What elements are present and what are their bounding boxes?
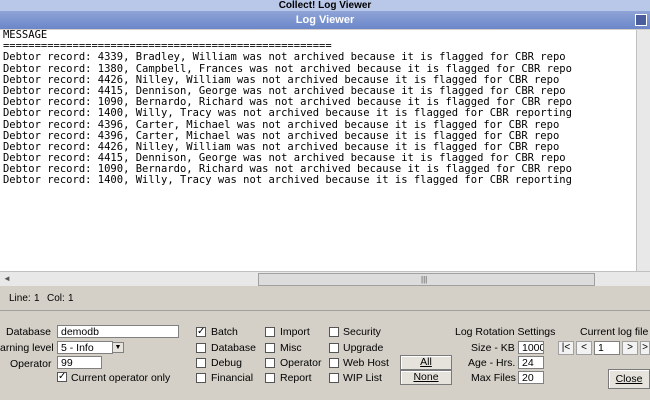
operator-category-label: Operator [280, 357, 322, 369]
close-button[interactable]: Close [608, 369, 650, 389]
scroll-left-arrow-icon[interactable]: ◄ [2, 273, 12, 285]
log-line: 01 Debtor record: 1400, Willy, Tracy was… [0, 174, 572, 187]
misc-label: Misc [280, 342, 302, 354]
size-kb-label: Size - KB [471, 342, 515, 354]
database-checkbox[interactable] [196, 343, 206, 353]
max-files-field[interactable]: 20 [518, 371, 544, 384]
import-checkbox[interactable] [265, 327, 275, 337]
upgrade-checkbox[interactable] [329, 343, 339, 353]
log-viewer-titlebar: Log Viewer [0, 11, 650, 29]
import-label: Import [280, 326, 310, 338]
log-line: 01 Debtor record: 1400, Willy, Tracy was… [0, 107, 572, 120]
batch-label: Batch [211, 326, 238, 338]
current-operator-only-checkbox[interactable]: ✓ [57, 372, 67, 382]
age-hrs-label: Age - Hrs. [468, 357, 516, 369]
misc-checkbox[interactable] [265, 343, 275, 353]
report-label: Report [280, 372, 312, 384]
line-value: 1 [34, 293, 40, 304]
chevron-down-icon[interactable]: ▼ [112, 342, 124, 353]
vertical-scrollbar[interactable] [636, 30, 650, 271]
select-none-button[interactable]: None [400, 370, 452, 385]
batch-checkbox[interactable]: ✓ [196, 327, 206, 337]
database-label: Database [6, 326, 51, 338]
database-category-label: Database [211, 342, 256, 354]
size-kb-field[interactable]: 1000 [518, 341, 544, 354]
select-all-button[interactable]: All [400, 355, 452, 370]
operator-checkbox[interactable] [265, 358, 275, 368]
financial-label: Financial [211, 372, 254, 384]
operator-field[interactable]: 99 [57, 356, 102, 369]
age-hrs-field[interactable]: 24 [518, 356, 544, 369]
horizontal-scrollbar[interactable]: ◄ ||| [0, 271, 650, 286]
upgrade-label: Upgrade [343, 342, 384, 354]
report-checkbox[interactable] [265, 373, 275, 383]
status-bar: Line: 1 Col: 1 [0, 286, 650, 311]
database-field[interactable]: demodb [57, 325, 179, 338]
previous-log-icon[interactable]: < [576, 341, 592, 355]
horizontal-scroll-thumb[interactable]: ||| [258, 273, 595, 286]
grip-icon: ||| [421, 275, 428, 284]
log-line: 01 Debtor record: 4339, Bradley, William… [0, 51, 566, 64]
current-log-file-heading: Current log file [580, 326, 649, 338]
log-line: 01 Debtor record: 4396, Carter, Michael … [0, 118, 560, 131]
wip-list-checkbox[interactable] [329, 373, 339, 383]
financial-checkbox[interactable] [196, 373, 206, 383]
col-value: 1 [68, 293, 74, 304]
app-title: Collect! Log Viewer [278, 0, 372, 11]
security-label: Security [343, 326, 381, 338]
app-titlebar: Collect! Log Viewer [0, 0, 650, 11]
current-log-field[interactable]: 1 [594, 341, 620, 355]
log-text-area[interactable]: SS MESSAGE == ==========================… [0, 30, 650, 271]
warning-level-select[interactable]: 5 - Info [57, 341, 113, 354]
line-label: Line: [9, 293, 31, 304]
last-log-icon[interactable]: > [640, 341, 650, 355]
col-label: Col: [47, 293, 65, 304]
window-restore-icon[interactable] [635, 14, 647, 26]
first-log-icon[interactable]: |< [558, 341, 574, 355]
warning-level-label: arning level [0, 342, 54, 354]
log-rotation-heading: Log Rotation Settings [455, 326, 556, 338]
max-files-label: Max Files [471, 372, 516, 384]
operator-label: Operator [10, 358, 52, 370]
log-viewer-title: Log Viewer [295, 14, 355, 26]
debug-checkbox[interactable] [196, 358, 206, 368]
wip-list-label: WIP List [343, 372, 382, 384]
web-host-label: Web Host [343, 357, 389, 369]
current-operator-only-label: Current operator only [71, 372, 171, 384]
debug-label: Debug [211, 357, 242, 369]
security-checkbox[interactable] [329, 327, 339, 337]
web-host-checkbox[interactable] [329, 358, 339, 368]
next-log-icon[interactable]: > [622, 341, 638, 355]
